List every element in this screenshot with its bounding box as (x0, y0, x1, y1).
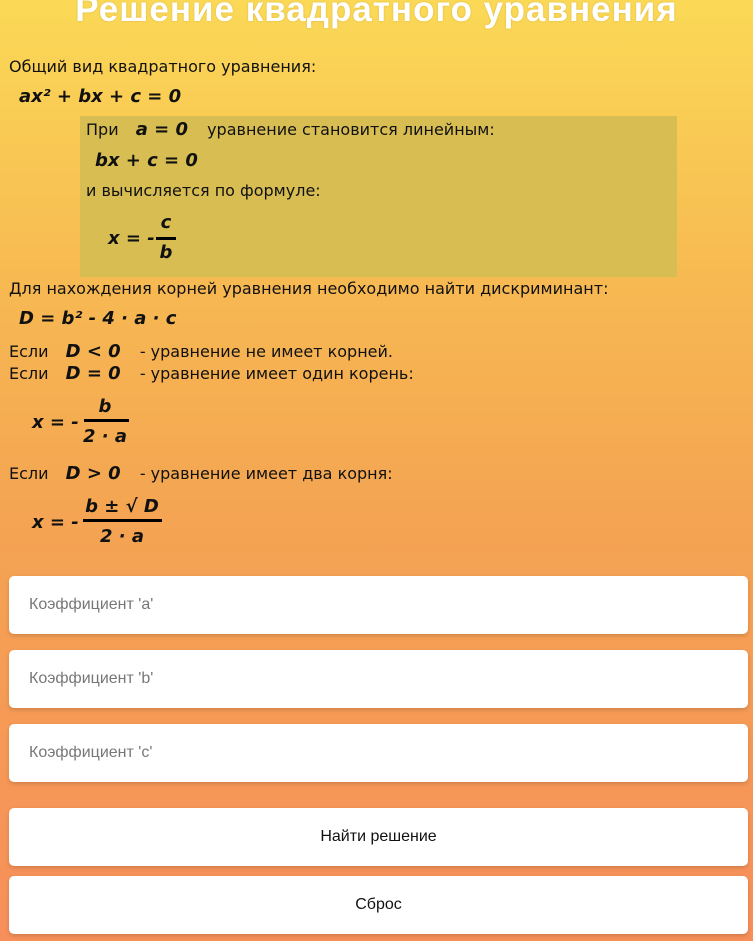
linear-solution-fraction: x = - c b (108, 212, 228, 266)
discriminant-formula: D = b² - 4 · a · c (19, 308, 177, 329)
case-positive: Если D > 0 - уравнение имеет два корня: (9, 463, 393, 484)
linear-formula: bx + c = 0 (95, 150, 198, 171)
fraction-numerator: b ± √ D (85, 496, 159, 517)
case-condition: D < 0 (65, 341, 121, 362)
discriminant-label: Для нахождения корней уравнения необходи… (9, 279, 609, 298)
fraction-prefix: x = - (108, 228, 155, 249)
linear-condition-line: При a = 0 уравнение становится линейным: (86, 119, 495, 140)
fraction-bar (84, 419, 129, 422)
reset-button[interactable]: Сброс (9, 876, 748, 934)
case-text: - уравнение не имеет корней. (139, 342, 393, 361)
fraction-numerator: c (160, 212, 172, 233)
case-zero: Если D = 0 - уравнение имеет один корень… (9, 363, 414, 384)
one-root-fraction: x = - b 2 · a (32, 396, 172, 448)
coefficient-c-input[interactable] (9, 724, 748, 782)
page-title: Решение квадратного уравнения (75, 0, 678, 29)
fraction-denominator: b (159, 242, 173, 263)
fraction-denominator: 2 · a (82, 426, 128, 447)
case-condition: D > 0 (65, 463, 121, 484)
solve-button[interactable]: Найти решение (9, 808, 748, 866)
coefficient-b-input[interactable] (9, 650, 748, 708)
general-formula: ax² + bx + c = 0 (19, 86, 182, 107)
linear-when-condition: a = 0 (135, 119, 188, 140)
linear-when-suffix: уравнение становится линейным: (207, 120, 495, 139)
case-condition: D = 0 (65, 363, 121, 384)
case-if: Если (9, 342, 49, 361)
linear-case-box: При a = 0 уравнение становится линейным:… (80, 116, 677, 277)
fraction-numerator: b (98, 396, 112, 417)
general-form-label: Общий вид квадратного уравнения: (9, 57, 317, 76)
fraction-prefix: x = - (32, 512, 79, 533)
two-roots-fraction: x = - b ± √ D 2 · a (32, 496, 192, 548)
coefficient-a-input[interactable] (9, 576, 748, 634)
linear-computed-label: и вычисляется по формуле: (86, 181, 321, 200)
case-if: Если (9, 464, 49, 483)
fraction-bar (83, 519, 162, 522)
fraction-prefix: x = - (32, 412, 79, 433)
fraction-denominator: 2 · a (99, 526, 145, 547)
linear-when-prefix: При (86, 120, 119, 139)
case-if: Если (9, 364, 49, 383)
case-text: - уравнение имеет один корень: (139, 364, 414, 383)
case-negative: Если D < 0 - уравнение не имеет корней. (9, 341, 393, 362)
fraction-bar (156, 237, 176, 240)
case-text: - уравнение имеет два корня: (139, 464, 393, 483)
